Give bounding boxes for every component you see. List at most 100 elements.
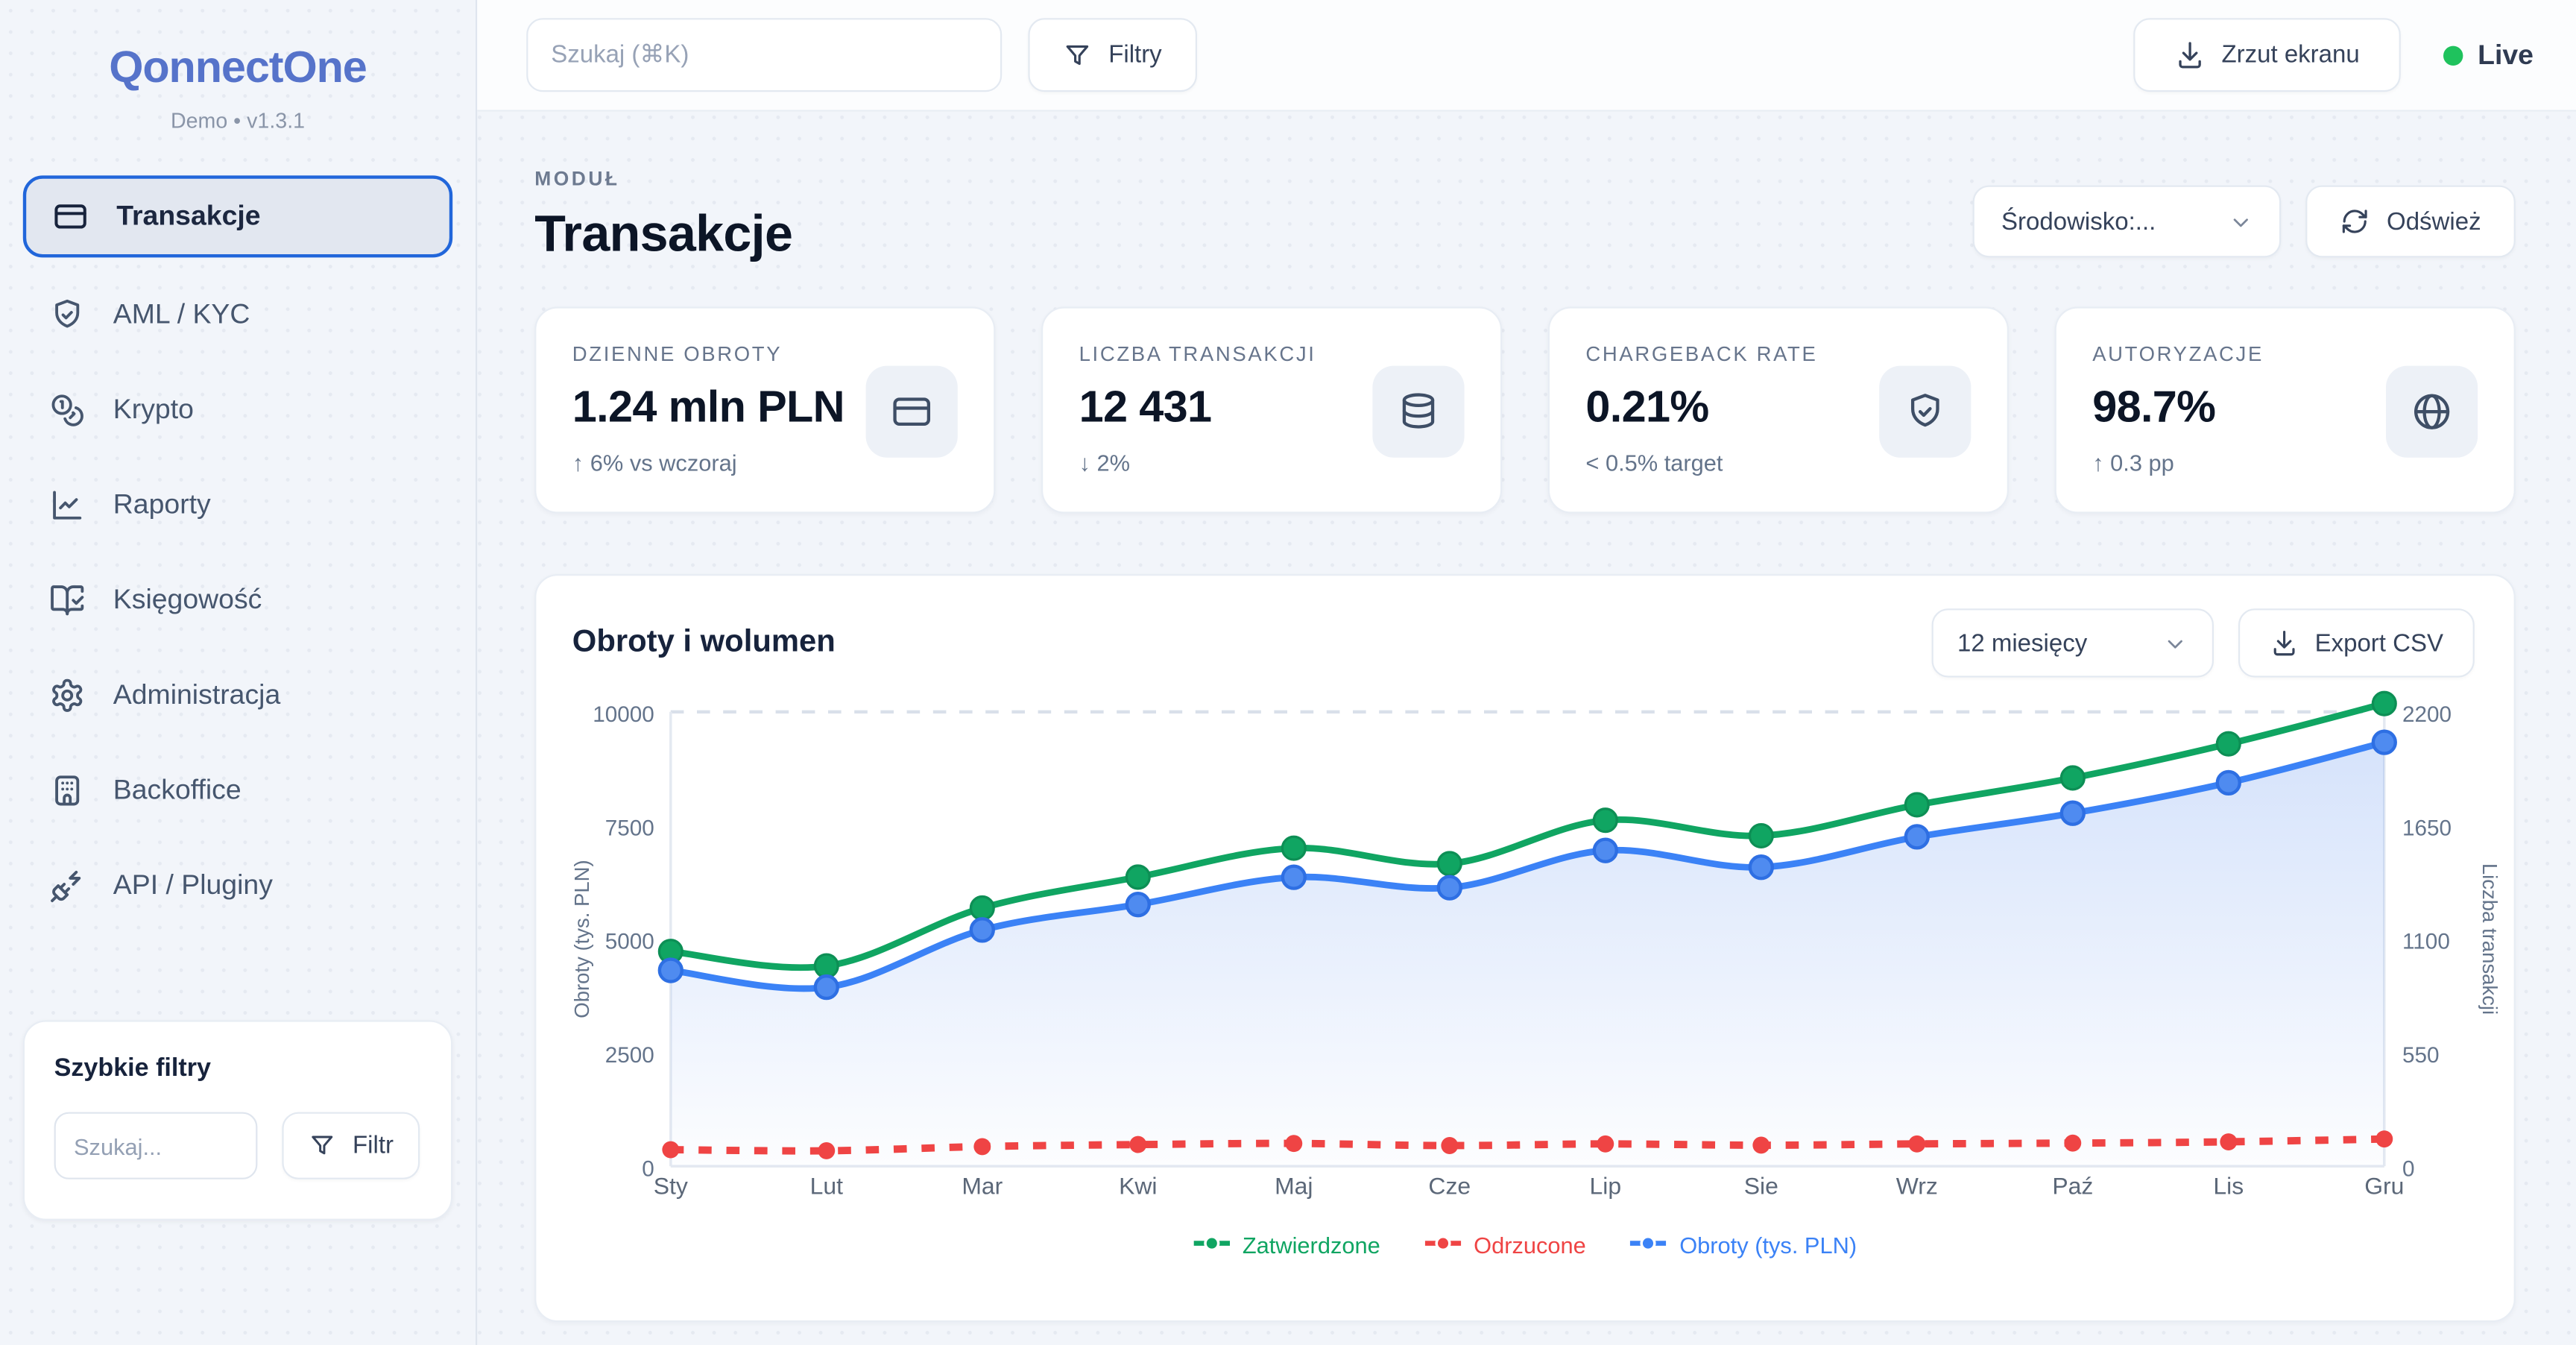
quick-filters-title: Szybkie filtry (54, 1055, 422, 1085)
sidebar-item-aml-kyc[interactable]: AML / KYC (23, 274, 452, 356)
right-axis-label: Liczba transakcji (2478, 863, 2501, 1015)
quick-search-input[interactable] (54, 1112, 258, 1179)
chart-title: Obroty i wolumen (572, 625, 836, 661)
point-odrzucone (2064, 1135, 2081, 1152)
sidebar-item-raporty[interactable]: Raporty (23, 464, 452, 546)
live-status: Live (2443, 39, 2534, 72)
export-csv-label: Export CSV (2315, 629, 2443, 657)
sidebar-item-backoffice[interactable]: Backoffice (23, 749, 452, 831)
download-icon (2174, 40, 2206, 71)
kpi-label: CHARGEBACK RATE (1585, 343, 1971, 366)
left-axis-label: Obroty (tys. PLN) (570, 860, 593, 1018)
point-obroty (815, 976, 838, 998)
export-csv-button[interactable]: Export CSV (2238, 608, 2475, 677)
globe-icon (2386, 366, 2478, 458)
point-zatwierdzone (2061, 766, 2084, 790)
point-zatwierdzone (815, 954, 838, 977)
live-label: Live (2478, 39, 2534, 72)
legend-item-zatwierdzone[interactable]: Zatwierdzone (1193, 1232, 1380, 1258)
filters-label: Filtry (1108, 41, 1162, 69)
kpi-card-liczba-transakcji: LICZBA TRANSAKCJI 12 431 ↓ 2% (1041, 306, 1502, 513)
month-label: Paź (2052, 1173, 2093, 1200)
point-zatwierdzone (2373, 692, 2396, 715)
sidebar-item-krypto[interactable]: Krypto (23, 369, 452, 451)
funnel-icon (309, 1132, 336, 1159)
page-title: Transakcje (534, 205, 792, 264)
chevron-down-icon (2162, 631, 2187, 655)
sidebar-item-administracja[interactable]: Administracja (23, 655, 452, 737)
kpi-card-autoryzacje: AUTORYZACJE 98.7% ↑ 0.3 pp (2055, 306, 2516, 513)
point-obroty (2217, 772, 2240, 794)
point-odrzucone (1129, 1136, 1146, 1153)
right-axis-tick: 550 (2402, 1043, 2440, 1068)
sidebar-item-label: Raporty (113, 489, 211, 522)
chart-card: Obroty i wolumen 12 miesięcy (534, 574, 2516, 1322)
point-zatwierdzone (1749, 825, 1772, 848)
point-obroty (1127, 893, 1149, 916)
search-input[interactable] (526, 18, 1002, 92)
range-select[interactable]: 12 miesięcy (1931, 608, 2213, 677)
sidebar-item-label: Backoffice (113, 774, 242, 807)
point-zatwierdzone (1594, 809, 1617, 832)
quick-filter-label: Filtr (353, 1132, 394, 1159)
plug-zap-icon (49, 868, 85, 904)
shield-check-icon (49, 297, 85, 333)
month-label: Cze (1428, 1173, 1471, 1200)
range-select-value: 12 miesięcy (1957, 629, 2087, 657)
legend-item-odrzucone[interactable]: Odrzucone (1424, 1232, 1586, 1258)
kpi-card-dzienne-obroty: DZIENNE OBROTY 1.24 mln PLN ↑ 6% vs wczo… (534, 306, 995, 513)
filters-button[interactable]: Filtry (1028, 18, 1196, 92)
quick-filter-button[interactable]: Filtr (282, 1112, 420, 1179)
month-label: Lut (810, 1173, 843, 1200)
month-label: Lis (2213, 1173, 2244, 1200)
refresh-icon (2340, 207, 2370, 236)
legend-item-obroty[interactable]: Obroty (tys. PLN) (1630, 1232, 1857, 1258)
shield-check-icon (1879, 366, 1971, 458)
coins-icon (49, 392, 85, 428)
funnel-icon (1063, 40, 1093, 70)
sidebar: QonnectOne Demo • v1.3.1 Transakcje AML … (0, 0, 477, 1345)
point-odrzucone (2375, 1130, 2393, 1147)
left-axis-tick: 5000 (605, 930, 654, 954)
left-axis-tick: 10000 (593, 702, 654, 727)
environment-select[interactable]: Środowisko:... (1974, 186, 2282, 258)
brand: QonnectOne Demo • v1.3.1 (0, 0, 476, 133)
point-obroty (660, 960, 682, 982)
building-icon (49, 772, 85, 808)
sidebar-item-label: Transakcje (116, 200, 260, 233)
sidebar-item-ksiegowosc[interactable]: Księgowość (23, 559, 452, 641)
point-odrzucone (2220, 1133, 2237, 1150)
point-obroty (2062, 802, 2084, 825)
point-zatwierdzone (2217, 732, 2240, 755)
kpi-row: DZIENNE OBROTY 1.24 mln PLN ↑ 6% vs wczo… (534, 306, 2516, 513)
month-label: Wrz (1896, 1173, 1938, 1200)
credit-card-icon (866, 366, 958, 458)
content: MODUŁ Transakcje Środowisko:... O (477, 112, 2576, 1345)
month-label: Kwi (1119, 1173, 1157, 1200)
month-label: Maj (1275, 1173, 1313, 1200)
book-check-icon (49, 582, 85, 618)
right-axis-tick: 1100 (2402, 930, 2450, 954)
point-obroty (2373, 731, 2396, 754)
kpi-label: LICZBA TRANSAKCJI (1079, 343, 1465, 366)
legend-marker-icon (1193, 1232, 1229, 1258)
left-axis-tick: 2500 (605, 1043, 654, 1068)
point-obroty (1906, 825, 1928, 848)
refresh-button[interactable]: Odśwież (2306, 186, 2516, 258)
left-axis-tick: 7500 (605, 816, 654, 840)
database-icon (1372, 366, 1464, 458)
point-odrzucone (973, 1138, 991, 1155)
chart-legend: Zatwierdzone Odrzucone Obroty (tys. PLN) (536, 1232, 2513, 1258)
point-zatwierdzone (1905, 793, 1928, 816)
sidebar-item-label: Administracja (113, 679, 281, 712)
point-zatwierdzone (970, 897, 994, 920)
sidebar-item-transakcje[interactable]: Transakcje (23, 175, 452, 257)
point-zatwierdzone (1282, 837, 1305, 860)
sidebar-nav: Transakcje AML / KYC Krypto Raporty (0, 175, 476, 939)
brand-version: Demo • v1.3.1 (16, 108, 459, 133)
gear-icon (49, 678, 85, 714)
kpi-label: DZIENNE OBROTY (572, 343, 958, 366)
screenshot-button[interactable]: Zrzut ekranu (2133, 18, 2401, 92)
point-obroty (1750, 856, 1772, 878)
sidebar-item-api-pluginy[interactable]: API / Pluginy (23, 845, 452, 927)
